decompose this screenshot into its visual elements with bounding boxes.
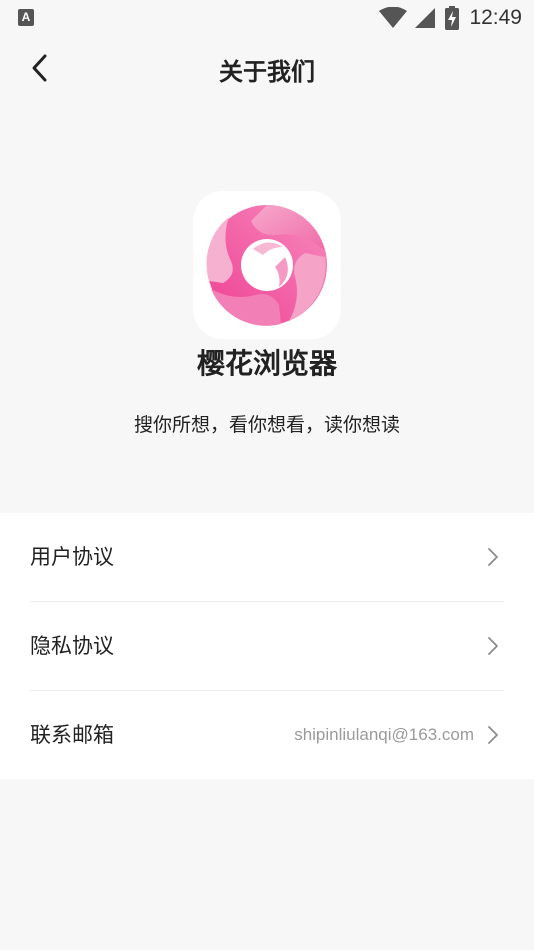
status-bar: A 12:49 <box>0 0 534 36</box>
battery-charging-icon <box>445 6 460 30</box>
settings-menu-list: 用户协议 隐私协议 联系邮箱 shipinliulanqi@163.com <box>0 513 534 779</box>
menu-item-user-agreement[interactable]: 用户协议 <box>0 513 534 601</box>
menu-item-privacy-agreement[interactable]: 隐私协议 <box>0 602 534 690</box>
menu-item-label: 隐私协议 <box>30 634 114 658</box>
app-slogan: 搜你所想，看你想看，读你想读 <box>133 414 400 436</box>
chevron-right-icon <box>488 637 498 655</box>
menu-item-label: 联系邮箱 <box>30 723 114 747</box>
page-title: 关于我们 <box>219 58 315 86</box>
status-time: 12:49 <box>469 6 522 29</box>
app-name: 樱花浏览器 <box>196 347 337 380</box>
chevron-right-icon <box>488 726 498 744</box>
sakura-swirl-logo-icon <box>206 205 327 326</box>
cell-signal-icon <box>415 8 436 28</box>
status-icons: 12:49 <box>379 4 522 32</box>
chevron-right-icon <box>488 548 498 566</box>
menu-item-contact-email[interactable]: 联系邮箱 shipinliulanqi@163.com <box>0 691 534 779</box>
menu-item-label: 用户协议 <box>30 545 114 569</box>
header-bar: 关于我们 <box>0 36 534 102</box>
notification-app-icon: A <box>18 9 34 26</box>
wifi-icon <box>379 7 408 28</box>
contact-email-value: shipinliulanqi@163.com <box>294 725 474 744</box>
app-logo <box>193 191 341 339</box>
